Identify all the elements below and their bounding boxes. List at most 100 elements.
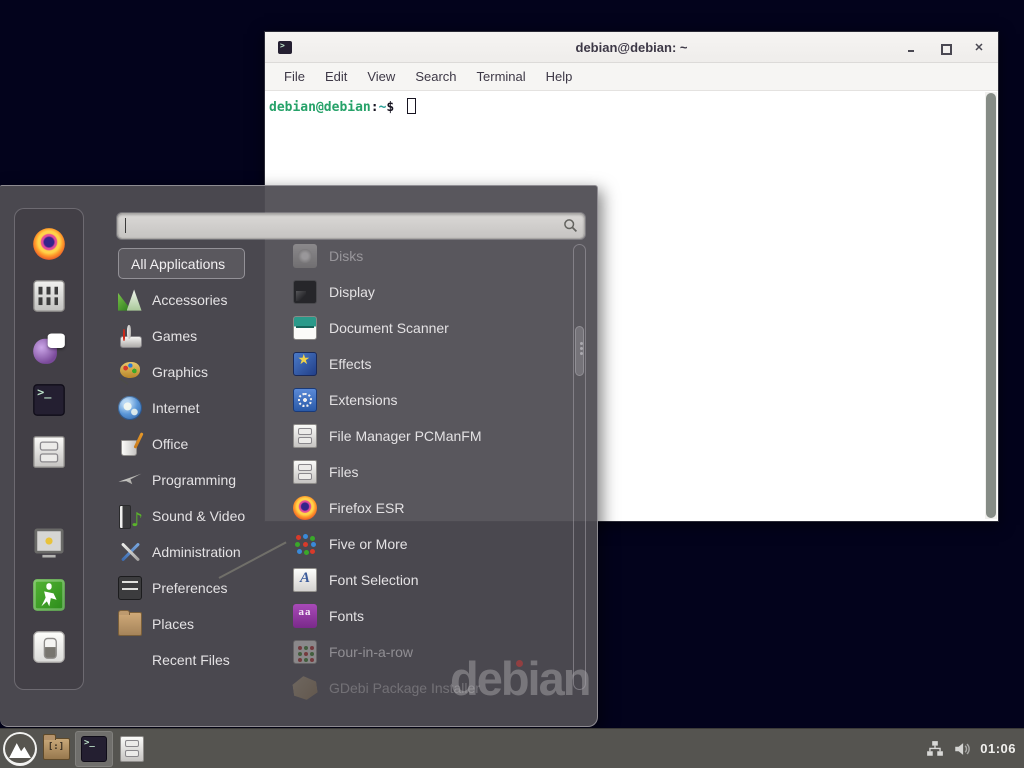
menu-scrollbar[interactable] [573, 244, 586, 690]
terminal-menu-item[interactable]: Terminal [468, 66, 535, 87]
category-icon [118, 360, 142, 384]
category-item[interactable]: Recent Files [118, 642, 280, 678]
application-item[interactable]: Firefox ESR [283, 490, 569, 526]
application-item[interactable]: Fonts [283, 598, 569, 634]
taskbar-files-button[interactable] [113, 731, 151, 767]
application-icon [293, 496, 317, 520]
application-item[interactable]: Five or More [283, 526, 569, 562]
category-icon [118, 612, 142, 636]
taskbar-clock[interactable]: 01:06 [980, 741, 1016, 756]
terminal-prompt: debian@debian:~$ [269, 98, 416, 115]
network-icon[interactable] [926, 740, 944, 758]
scrollbar-grip [580, 347, 583, 350]
application-icon [293, 604, 317, 628]
favorite-app-icon [33, 280, 65, 312]
favorite-app-button[interactable] [33, 383, 66, 416]
favorite-app-button[interactable] [33, 227, 66, 260]
search-caret [125, 218, 126, 233]
category-item[interactable]: Office [118, 426, 280, 462]
application-icon [291, 674, 318, 701]
category-icon [118, 540, 142, 564]
category-icon [118, 504, 142, 528]
favorite-apps [33, 227, 66, 468]
terminal-window-title: debian@debian: ~ [576, 40, 688, 55]
menu-search-input[interactable] [118, 214, 584, 238]
application-item[interactable]: File Manager PCManFM [283, 418, 569, 454]
volume-icon[interactable] [953, 740, 971, 758]
category-item[interactable]: Programming [118, 462, 280, 498]
menu-button[interactable] [3, 732, 37, 766]
category-item[interactable]: All Applications [118, 248, 245, 279]
favorite-app-button[interactable] [33, 279, 66, 312]
category-item[interactable]: Sound & Video [118, 498, 280, 534]
application-item[interactable]: Display [283, 274, 569, 310]
file-cabinet-icon [120, 736, 144, 762]
favorite-app-button[interactable] [33, 331, 66, 364]
session-icon [33, 631, 65, 663]
application-icon [293, 388, 317, 412]
terminal-menu-item[interactable]: Help [537, 66, 582, 87]
session-buttons [33, 526, 66, 663]
session-icon [33, 579, 65, 611]
close-button[interactable]: ✕ [974, 43, 984, 53]
terminal-menubar: FileEditViewSearchTerminalHelp [265, 63, 998, 91]
category-item[interactable]: Administration [118, 534, 280, 570]
favorite-app-icon [33, 228, 65, 260]
category-icon [118, 468, 142, 492]
terminal-menu-item[interactable]: Edit [316, 66, 356, 87]
category-icon [118, 432, 142, 456]
session-button[interactable] [33, 578, 66, 611]
category-icon [118, 576, 142, 600]
taskbar-terminal-button[interactable] [75, 731, 113, 767]
taskbar: 01:06 [0, 728, 1024, 768]
category-item[interactable]: Internet [118, 390, 280, 426]
terminal-window-icon [278, 41, 292, 54]
session-button[interactable] [33, 526, 66, 559]
category-item[interactable]: Preferences [118, 570, 280, 606]
category-item[interactable]: Accessories [118, 282, 280, 318]
application-item[interactable]: Document Scanner [283, 310, 569, 346]
category-item[interactable]: Graphics [118, 354, 280, 390]
prompt-user-host: debian@debian [269, 100, 371, 115]
application-icon [293, 568, 317, 592]
application-icon [293, 532, 317, 556]
session-icon [33, 527, 65, 559]
application-icon [293, 316, 317, 340]
category-icon [118, 288, 142, 312]
application-item[interactable]: Font Selection [283, 562, 569, 598]
maximize-button[interactable] [940, 43, 950, 53]
terminal-icon [81, 736, 107, 762]
search-icon [563, 218, 579, 234]
minimize-button[interactable] [906, 43, 916, 53]
terminal-menu-item[interactable]: View [358, 66, 404, 87]
application-item[interactable]: Disks [283, 238, 569, 274]
taskbar-file-manager-button[interactable] [37, 731, 75, 767]
category-list: All Applications Accessories Games Graph… [118, 246, 280, 678]
favorite-app-icon [33, 384, 65, 416]
terminal-titlebar[interactable]: debian@debian: ~ ✕ [265, 32, 998, 63]
menu-scrollbar-thumb[interactable] [575, 326, 584, 376]
terminal-scrollbar-thumb[interactable] [986, 93, 996, 518]
category-icon [118, 396, 142, 420]
category-icon [118, 324, 142, 348]
application-item[interactable]: Files [283, 454, 569, 490]
terminal-menu-item[interactable]: Search [406, 66, 465, 87]
application-item[interactable]: GDebi Package Installer [283, 670, 569, 706]
application-list: Disks Display Document Scanner Effects E… [283, 238, 569, 706]
favorite-app-icon [33, 332, 65, 364]
category-item[interactable]: Games [118, 318, 280, 354]
application-icon [293, 280, 317, 304]
application-icon [293, 640, 317, 664]
folder-icon [43, 738, 70, 760]
terminal-scrollbar[interactable] [985, 92, 997, 519]
terminal-menu-item[interactable]: File [275, 66, 314, 87]
application-icon [293, 460, 317, 484]
category-item[interactable]: Places [118, 606, 280, 642]
application-item[interactable]: Four-in-a-row [283, 634, 569, 670]
application-item[interactable]: Extensions [283, 382, 569, 418]
favorite-app-button[interactable] [33, 435, 66, 468]
application-item[interactable]: Effects [283, 346, 569, 382]
menu-button-icon [3, 732, 37, 766]
favorites-sidebar [14, 208, 84, 690]
session-button[interactable] [33, 630, 66, 663]
